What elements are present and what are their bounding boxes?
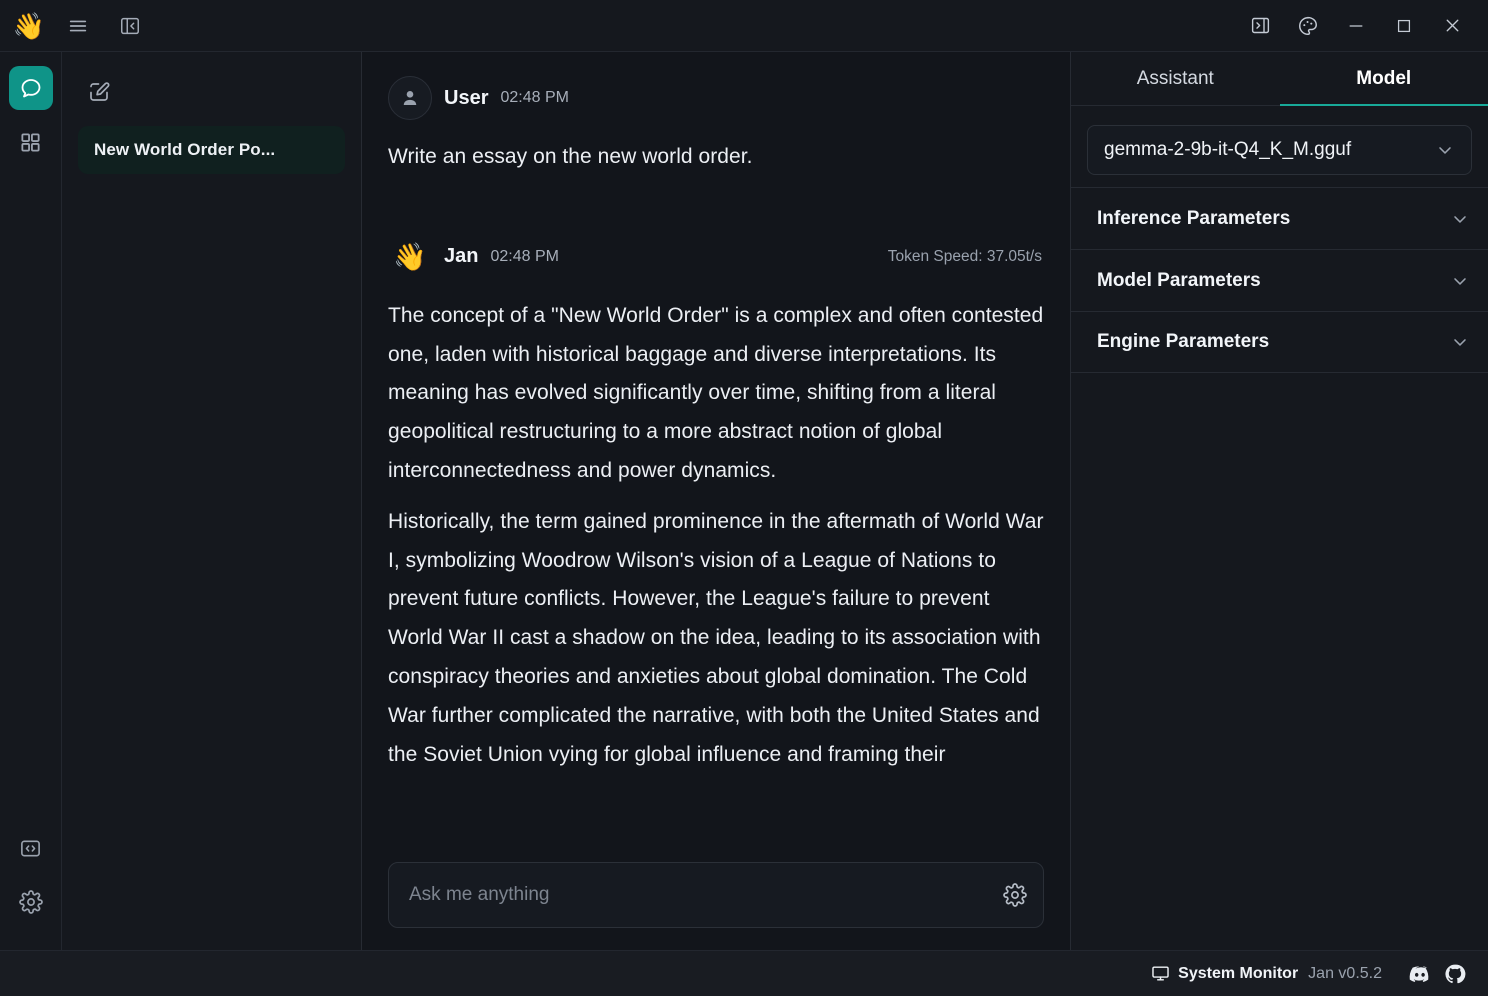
composer-container (362, 846, 1070, 950)
panel-left-collapse-icon[interactable] (110, 8, 150, 44)
rail-item-local-api-server[interactable] (9, 826, 53, 870)
section-label: Inference Parameters (1097, 207, 1291, 229)
main-body: New World Order Po... User 02:48 PM Writ… (0, 52, 1488, 950)
tab-assistant[interactable]: Assistant (1071, 52, 1280, 105)
chevron-down-icon (1450, 271, 1470, 291)
thread-list-item[interactable]: New World Order Po... (78, 126, 345, 174)
section-inference-parameters[interactable]: Inference Parameters (1071, 187, 1488, 249)
application-window: 👋 New World Order Po... User 02:48 PM Wr… (0, 0, 1488, 996)
chevron-down-icon (1435, 140, 1455, 160)
section-label: Engine Parameters (1097, 331, 1270, 352)
message-paragraph: Write an essay on the new world order. (388, 145, 753, 168)
title-bar: 👋 (0, 0, 1488, 52)
system-monitor-label: System Monitor (1178, 964, 1299, 982)
chevron-down-icon (1450, 332, 1470, 352)
message-assistant: 👋 Jan 02:48 PM Token Speed: 37.05t/s The… (388, 235, 1044, 775)
right-panel-tabs: Assistant Model (1071, 52, 1488, 106)
title-bar-left-controls: 👋 (12, 8, 150, 44)
hamburger-menu-icon[interactable] (58, 8, 98, 44)
left-rail (0, 52, 62, 950)
rail-item-hub[interactable] (9, 120, 53, 164)
message-author: User (444, 86, 489, 109)
assistant-avatar-wave-icon: 👋 (393, 241, 427, 272)
compose-pencil-icon[interactable] (82, 74, 116, 110)
message-header: 👋 Jan 02:48 PM Token Speed: 37.05t/s (388, 235, 1044, 279)
section-model-parameters[interactable]: Model Parameters (1071, 249, 1488, 311)
app-logo-wave-icon: 👋 (12, 10, 46, 41)
close-icon[interactable] (1428, 0, 1476, 52)
thread-list-panel: New World Order Po... (62, 52, 362, 950)
title-bar-right-controls (1236, 0, 1488, 52)
message-list: User 02:48 PM Write an essay on the new … (362, 52, 1070, 846)
app-version-label: Jan v0.5.2 (1308, 964, 1382, 982)
model-select-container: gemma-2-9b-it-Q4_K_M.gguf (1071, 106, 1488, 187)
github-icon[interactable] (1444, 963, 1466, 985)
composer[interactable] (388, 862, 1044, 928)
discord-icon[interactable] (1408, 962, 1432, 986)
message-body: Write an essay on the new world order. (388, 138, 1044, 177)
section-engine-parameters[interactable]: Engine Parameters (1071, 311, 1488, 373)
message-timestamp: 02:48 PM (500, 89, 569, 106)
composer-settings-gear-icon[interactable] (1003, 883, 1027, 907)
tab-model[interactable]: Model (1279, 52, 1488, 106)
message-body: The concept of a "New World Order" is a … (388, 297, 1044, 775)
status-bar: System Monitor Jan v0.5.2 (0, 950, 1488, 996)
minimize-icon[interactable] (1332, 0, 1380, 52)
thread-list-toolbar (78, 68, 345, 116)
token-speed-label: Token Speed: 37.05t/s (887, 247, 1042, 265)
palette-icon[interactable] (1284, 0, 1332, 52)
message-timestamp: 02:48 PM (490, 247, 559, 265)
message-paragraph: Historically, the term gained prominence… (388, 509, 1044, 766)
monitor-screen-icon (1151, 964, 1170, 983)
message-paragraph: The concept of a "New World Order" is a … (388, 303, 1044, 482)
section-label: Model Parameters (1097, 269, 1261, 291)
right-panel: Assistant Model gemma-2-9b-it-Q4_K_M.ggu… (1071, 52, 1488, 950)
user-avatar-icon (388, 76, 432, 120)
rail-item-chat[interactable] (8, 66, 53, 110)
chat-input[interactable] (409, 884, 989, 906)
rail-item-settings[interactable] (9, 880, 53, 924)
model-select-dropdown[interactable]: gemma-2-9b-it-Q4_K_M.gguf (1087, 125, 1472, 175)
model-select-value: gemma-2-9b-it-Q4_K_M.gguf (1104, 139, 1352, 160)
maximize-icon[interactable] (1380, 0, 1428, 52)
message-header: User 02:48 PM (388, 76, 1044, 120)
panel-right-expand-icon[interactable] (1236, 0, 1284, 52)
chat-panel: User 02:48 PM Write an essay on the new … (362, 52, 1071, 950)
message-user: User 02:48 PM Write an essay on the new … (388, 76, 1044, 177)
system-monitor-button[interactable]: System Monitor (1151, 964, 1298, 983)
message-author: Jan (444, 245, 479, 268)
chevron-down-icon (1450, 209, 1470, 229)
